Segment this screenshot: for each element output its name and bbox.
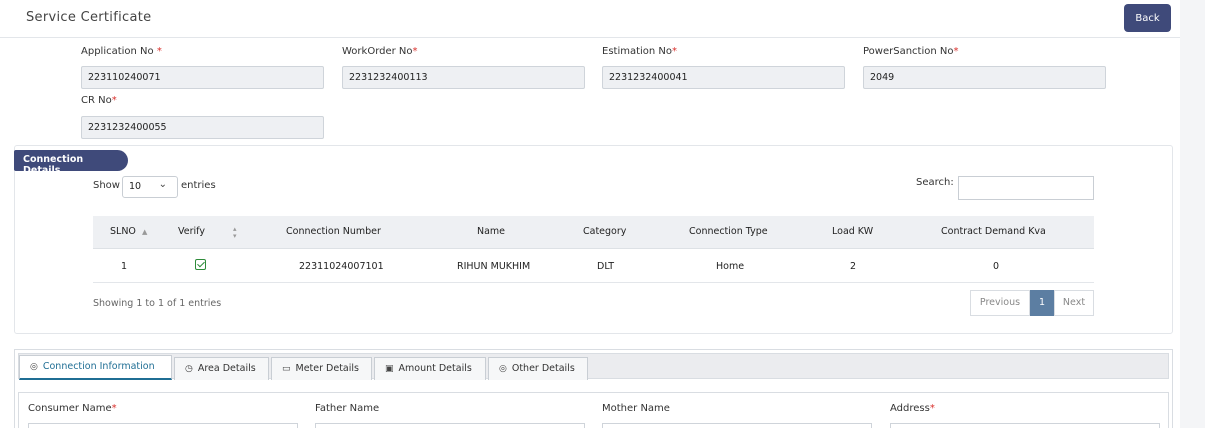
- cell-load-kw: 2: [850, 261, 857, 272]
- pagination-previous[interactable]: Previous: [970, 290, 1030, 316]
- address-field[interactable]: [890, 423, 1160, 428]
- cr-no-label: CR No*: [81, 95, 117, 106]
- clock-icon: ◷: [185, 364, 193, 374]
- mother-name-label: Mother Name: [602, 403, 670, 414]
- pagination-page-1[interactable]: 1: [1030, 290, 1054, 316]
- search-label: Search:: [916, 177, 954, 188]
- column-header-category[interactable]: Category: [583, 226, 626, 237]
- estimation-no-label: Estimation No*: [602, 46, 678, 57]
- application-no-field[interactable]: 223110240071: [81, 66, 324, 89]
- connection-details-title: Connection Details: [14, 150, 128, 176]
- column-header-connection-type[interactable]: Connection Type: [689, 226, 768, 237]
- search-input[interactable]: [958, 176, 1094, 200]
- show-label: Show: [93, 180, 120, 191]
- circle-icon: ◎: [499, 364, 507, 374]
- consumer-name-label: Consumer Name*: [28, 403, 117, 414]
- table-info: Showing 1 to 1 of 1 entries: [93, 298, 222, 309]
- page: Service Certificate Back Application No …: [0, 0, 1180, 428]
- chevron-down-icon: ⌄: [158, 179, 167, 190]
- column-header-contract-demand[interactable]: Contract Demand Kva: [941, 226, 1046, 237]
- powersanction-no-label: PowerSanction No*: [863, 46, 959, 57]
- page-size-select[interactable]: 10 ⌄: [122, 176, 178, 198]
- mother-name-field[interactable]: [602, 423, 872, 428]
- cell-name: RIHUN MUKHIM: [457, 261, 531, 272]
- page-size-value: 10: [129, 181, 142, 192]
- back-button[interactable]: Back: [1124, 4, 1171, 32]
- tab-meter-details[interactable]: ▭ Meter Details: [271, 357, 372, 380]
- workorder-no-label: WorkOrder No*: [342, 46, 418, 57]
- powersanction-no-field[interactable]: 2049: [863, 66, 1106, 89]
- cell-slno: 1: [121, 261, 128, 272]
- meter-icon: ▭: [282, 364, 291, 374]
- cell-contract-demand: 0: [993, 261, 1000, 272]
- entries-label: entries: [181, 180, 216, 191]
- tab-area-details[interactable]: ◷ Area Details: [174, 357, 269, 380]
- cell-connection-number: 22311024007101: [299, 261, 384, 272]
- cr-no-field[interactable]: 2231232400055: [81, 116, 324, 139]
- page-title: Service Certificate: [26, 10, 152, 25]
- tab-amount-details[interactable]: ▣ Amount Details: [374, 357, 486, 380]
- address-label: Address*: [890, 403, 935, 414]
- image-icon: ▣: [385, 364, 394, 374]
- column-header-connection-number[interactable]: Connection Number: [286, 226, 381, 237]
- workorder-no-field[interactable]: 2231232400113: [342, 66, 585, 89]
- application-no-label: Application No *: [81, 46, 162, 57]
- tab-other-details[interactable]: ◎ Other Details: [488, 357, 588, 380]
- circle-icon: ◎: [30, 362, 38, 372]
- father-name-label: Father Name: [315, 403, 380, 414]
- estimation-no-field[interactable]: 2231232400041: [602, 66, 845, 89]
- consumer-name-field[interactable]: [28, 423, 298, 428]
- pagination-next[interactable]: Next: [1054, 290, 1094, 316]
- cell-category: DLT: [597, 261, 615, 272]
- column-header-slno[interactable]: SLNO: [110, 226, 136, 237]
- column-header-verify[interactable]: Verify: [178, 226, 205, 237]
- cell-connection-type: Home: [716, 261, 745, 272]
- verify-check-icon[interactable]: [195, 259, 206, 270]
- column-header-load-kw[interactable]: Load KW: [832, 226, 873, 237]
- sort-asc-icon[interactable]: ▲: [142, 229, 147, 236]
- father-name-field[interactable]: [315, 423, 585, 428]
- top-bar: Service Certificate Back: [0, 0, 1180, 38]
- table-row-divider: [93, 282, 1094, 283]
- sort-icon[interactable]: ▴ ▾: [233, 226, 237, 240]
- tab-connection-information[interactable]: ◎ Connection Information: [19, 355, 172, 380]
- column-header-name[interactable]: Name: [477, 226, 505, 237]
